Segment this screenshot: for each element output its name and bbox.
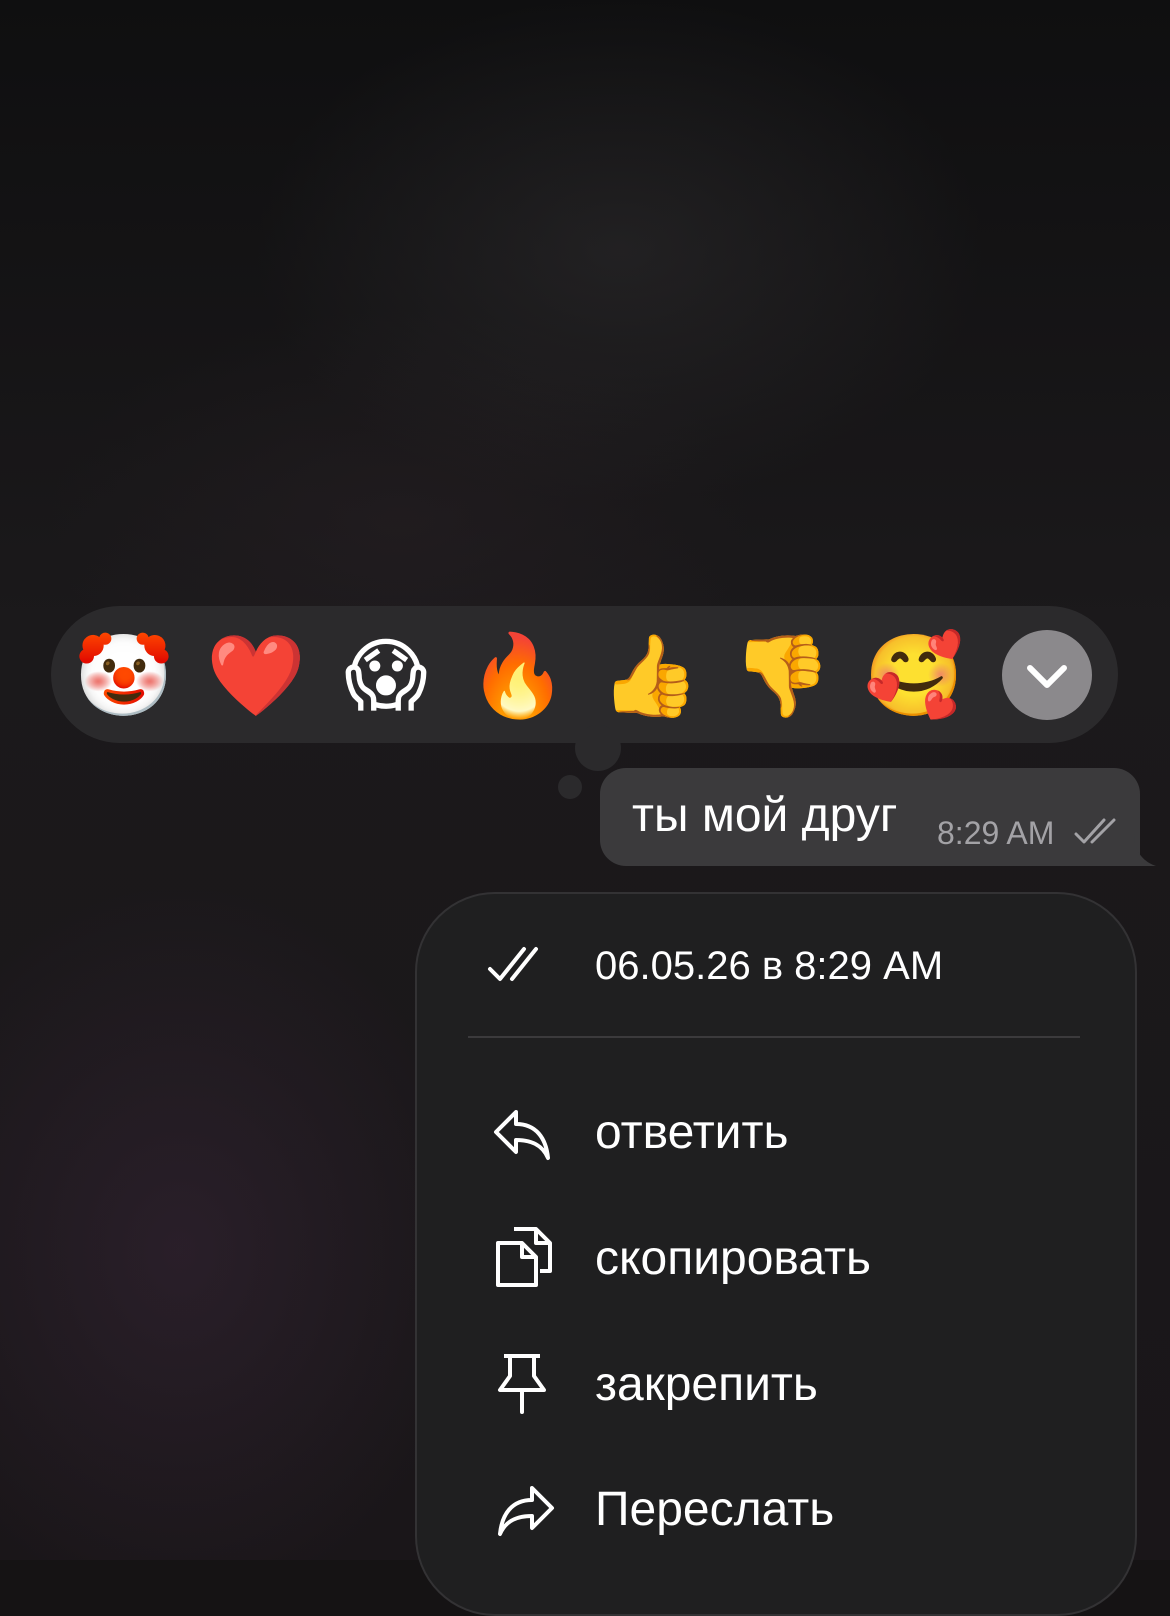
reaction-scream[interactable]: 😱 <box>338 628 434 724</box>
reaction-fire[interactable]: 🔥 <box>468 628 568 724</box>
menu-item-label: закрепить <box>595 1358 818 1411</box>
menu-item-label: Переслать <box>595 1483 835 1536</box>
reaction-thumbs-down[interactable]: 👎 <box>732 628 832 724</box>
expand-reactions-button[interactable] <box>1002 630 1092 720</box>
forward-icon <box>498 1486 554 1536</box>
menu-item-label: скопировать <box>595 1232 872 1285</box>
message-time: 8:29 AM <box>937 815 1055 851</box>
copy-icon <box>496 1227 552 1287</box>
reaction-heart[interactable]: ❤️ <box>206 628 306 724</box>
reaction-clown[interactable]: 🤡 <box>74 628 174 724</box>
message-bubble-tail <box>1120 834 1156 866</box>
reply-icon <box>494 1110 550 1160</box>
message-text: ты мой друг <box>632 789 898 842</box>
menu-item-label: ответить <box>595 1106 789 1159</box>
double-check-icon <box>488 947 538 981</box>
reaction-thumbs-up[interactable]: 👍 <box>600 628 700 724</box>
pin-icon <box>498 1354 546 1414</box>
chevron-down-icon <box>1027 665 1067 688</box>
reaction-bar-tail <box>575 725 621 771</box>
reaction-bar-tail-small <box>558 775 582 799</box>
reaction-smiling-hearts[interactable]: 🥰 <box>864 628 964 724</box>
message-date-info: 06.05.26 в 8:29 AM <box>595 944 944 988</box>
double-check-icon <box>1074 818 1116 844</box>
menu-divider <box>468 1036 1080 1038</box>
